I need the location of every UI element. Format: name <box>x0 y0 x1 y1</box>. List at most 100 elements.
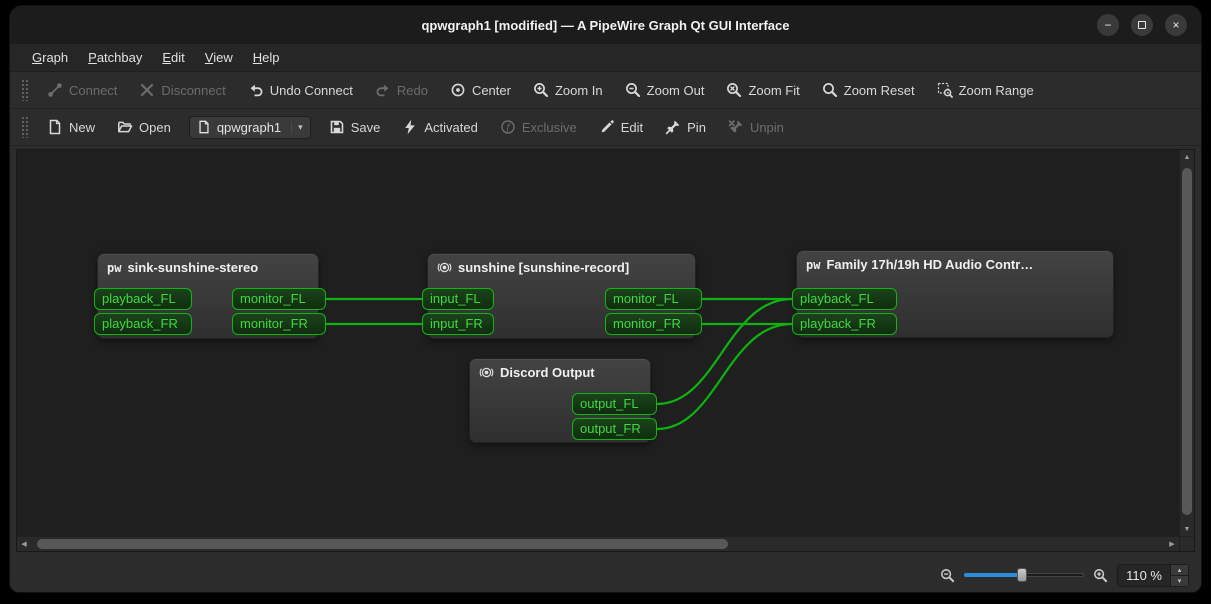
chevron-down-icon: ▾ <box>291 122 306 133</box>
zoom-reset-icon <box>822 82 838 98</box>
horizontal-scroll-track[interactable] <box>31 537 1165 551</box>
unpin-icon <box>728 119 744 135</box>
port-input-fl[interactable]: input_FL <box>422 288 494 310</box>
port-monitor-fl[interactable]: monitor_FL <box>605 288 702 310</box>
redo-button[interactable]: Redo <box>367 77 436 103</box>
save-button[interactable]: Save <box>321 114 389 140</box>
menu-view[interactable]: View <box>195 44 243 71</box>
zoom-range-button[interactable]: Zoom Range <box>929 77 1042 103</box>
center-icon <box>450 82 466 98</box>
zoom-value-field[interactable]: 110 % <box>1118 565 1170 586</box>
spin-up-button[interactable]: ▴ <box>1171 565 1188 575</box>
close-button[interactable]: × <box>1165 14 1187 36</box>
menu-edit[interactable]: Edit <box>152 44 194 71</box>
connection-layer <box>17 150 1179 536</box>
maximize-button[interactable] <box>1131 14 1153 36</box>
port-input-fr[interactable]: input_FR <box>422 313 494 335</box>
node-title: Family 17h/19h HD Audio Contr… <box>826 257 1033 272</box>
maximize-icon <box>1138 21 1146 29</box>
lightning-icon <box>402 119 418 135</box>
disconnect-button[interactable]: Disconnect <box>131 77 233 103</box>
center-button[interactable]: Center <box>442 77 519 103</box>
zoom-out-icon <box>625 82 641 98</box>
pencil-icon <box>599 119 615 135</box>
activated-button[interactable]: Activated <box>394 114 485 140</box>
titlebar[interactable]: qpwgraph1 [modified] — A PipeWire Graph … <box>10 6 1201 44</box>
zoom-out-icon <box>940 568 955 583</box>
zoom-in-button[interactable]: Zoom In <box>525 77 611 103</box>
pin-button[interactable]: Pin <box>657 114 714 140</box>
zoom-in-icon <box>1093 568 1108 583</box>
port-playback-fl[interactable]: playback_FL <box>94 288 192 310</box>
minimize-button[interactable]: − <box>1097 14 1119 36</box>
port-playback-fr[interactable]: playback_FR <box>792 313 897 335</box>
menu-patchbay[interactable]: Patchbay <box>78 44 152 71</box>
spin-down-button[interactable]: ▾ <box>1171 575 1188 586</box>
port-playback-fl[interactable]: playback_FL <box>792 288 897 310</box>
scroll-left-arrow[interactable]: ◀ <box>17 537 31 551</box>
port-monitor-fr[interactable]: monitor_FR <box>605 313 702 335</box>
port-output-fr[interactable]: output_FR <box>572 418 657 440</box>
minimize-icon: − <box>1104 18 1111 32</box>
zoom-reset-button[interactable]: Zoom Reset <box>814 77 923 103</box>
vertical-scroll-track[interactable] <box>1180 164 1194 522</box>
undo-icon <box>248 82 264 98</box>
exclusive-button[interactable]: f Exclusive <box>492 114 585 140</box>
zoom-slider[interactable] <box>964 567 1084 583</box>
toolbar-drag-handle[interactable] <box>21 116 28 138</box>
patchbay-file-combo[interactable]: qpwgraph1 ▾ <box>189 116 311 139</box>
port-output-fl[interactable]: output_FL <box>572 393 657 415</box>
graph-canvas[interactable]: pw sink-sunshine-stereo playback_FL play… <box>17 150 1179 536</box>
undo-connect-button[interactable]: Undo Connect <box>240 77 361 103</box>
window-controls: − × <box>1097 14 1187 36</box>
scrollbar-corner <box>1179 536 1194 551</box>
port-monitor-fl[interactable]: monitor_FL <box>232 288 326 310</box>
scroll-up-arrow[interactable]: ▲ <box>1180 150 1194 164</box>
record-icon <box>437 260 452 275</box>
scroll-down-arrow[interactable]: ▼ <box>1180 522 1194 536</box>
toolbar-patchbay: New Open qpwgraph1 ▾ Save Activated f Ex… <box>10 109 1201 146</box>
save-icon <box>329 119 345 135</box>
menubar: Graph Patchbay Edit View Help <box>10 44 1201 72</box>
new-button[interactable]: New <box>39 114 103 140</box>
vertical-scrollbar[interactable]: ▲ ▼ <box>1179 150 1194 536</box>
combo-value: qpwgraph1 <box>217 120 281 135</box>
pipewire-icon: pw <box>806 258 820 272</box>
window-title: qpwgraph1 [modified] — A PipeWire Graph … <box>421 18 789 33</box>
connect-button[interactable]: Connect <box>39 77 125 103</box>
horizontal-scrollbar[interactable]: ◀ ▶ <box>17 536 1179 551</box>
connect-icon <box>47 82 63 98</box>
port-playback-fr[interactable]: playback_FR <box>94 313 192 335</box>
open-folder-icon <box>117 119 133 135</box>
zoom-spin-buttons: ▴ ▾ <box>1170 565 1188 586</box>
zoom-slider-handle[interactable] <box>1017 568 1027 582</box>
node-title: sunshine [sunshine-record] <box>458 260 629 275</box>
central-area: pw sink-sunshine-stereo playback_FL play… <box>10 146 1201 558</box>
menu-graph[interactable]: Graph <box>22 44 78 71</box>
patchbay-file-icon <box>197 120 211 134</box>
unpin-button[interactable]: Unpin <box>720 114 792 140</box>
toolbar-edit: Connect Disconnect Undo Connect Redo Cen… <box>10 72 1201 109</box>
spin-down-icon: ▾ <box>1178 577 1182 585</box>
exclusive-icon: f <box>500 119 516 135</box>
statusbar: 110 % ▴ ▾ <box>10 558 1201 592</box>
zoom-range-icon <box>937 82 953 98</box>
scroll-right-arrow[interactable]: ▶ <box>1165 537 1179 551</box>
zoom-out-button[interactable]: Zoom Out <box>617 77 713 103</box>
zoom-slider-fill <box>964 573 1022 577</box>
vertical-scroll-thumb[interactable] <box>1182 168 1192 515</box>
menu-help[interactable]: Help <box>243 44 290 71</box>
edit-button[interactable]: Edit <box>591 114 651 140</box>
zoom-fit-button[interactable]: Zoom Fit <box>718 77 807 103</box>
node-title: sink-sunshine-stereo <box>127 260 258 275</box>
port-monitor-fr[interactable]: monitor_FR <box>232 313 326 335</box>
node-title: Discord Output <box>500 365 595 380</box>
wire[interactable] <box>657 324 792 429</box>
open-button[interactable]: Open <box>109 114 179 140</box>
redo-icon <box>375 82 391 98</box>
app-window: qpwgraph1 [modified] — A PipeWire Graph … <box>10 6 1201 592</box>
zoom-spinbox: 110 % ▴ ▾ <box>1117 564 1189 587</box>
toolbar-drag-handle[interactable] <box>21 79 28 101</box>
horizontal-scroll-thumb[interactable] <box>37 539 729 549</box>
pin-icon <box>665 119 681 135</box>
